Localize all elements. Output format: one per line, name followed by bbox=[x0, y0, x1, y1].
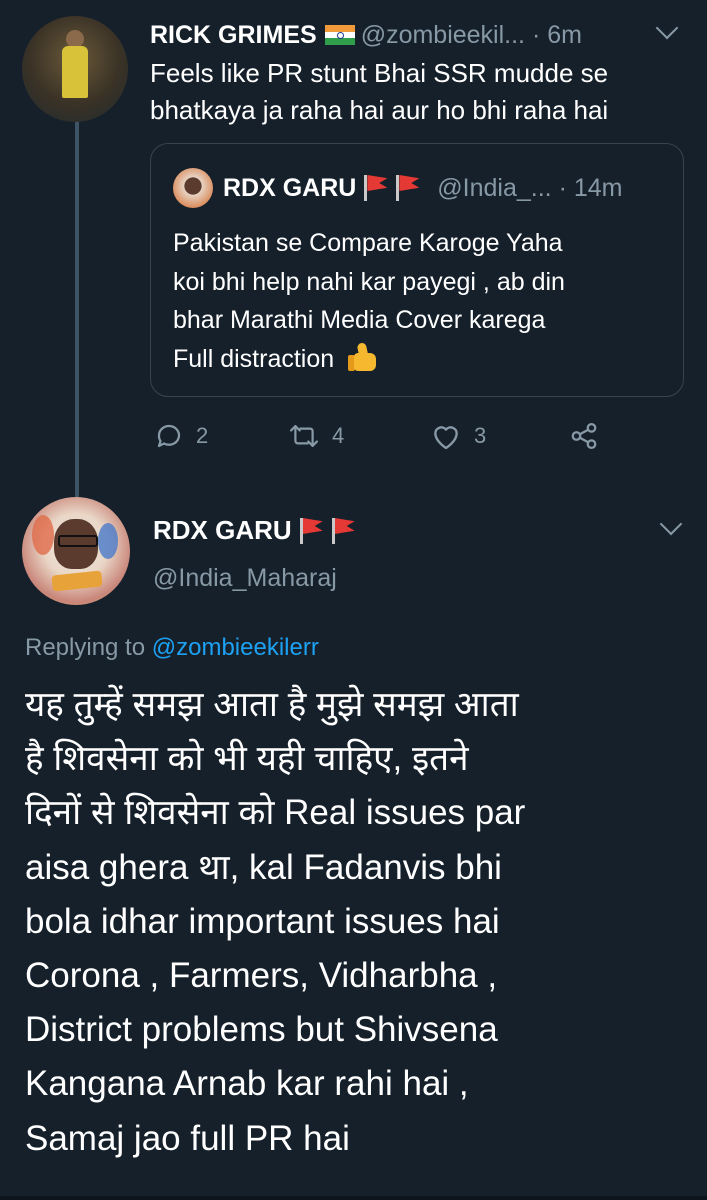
retweet-icon bbox=[289, 425, 319, 447]
like-count: 3 bbox=[474, 423, 487, 448]
handle[interactable]: @zombieekil... bbox=[361, 21, 525, 49]
parent-tweet-header: RICK GRIMES @zombieekil... · 6m bbox=[150, 18, 700, 52]
main-tweet-text: यह तुम्हें समझ आता है मुझे समझ आता है शि… bbox=[25, 678, 695, 1166]
tweet-text-line: Pakistan se Compare Karoge Yaha bbox=[173, 229, 563, 257]
display-name[interactable]: RICK GRIMES bbox=[150, 21, 317, 49]
tweet-text-line: Corona , Farmers, Vidharbha , bbox=[25, 956, 498, 996]
handle: @India_... bbox=[437, 174, 552, 202]
red-flag-icon bbox=[298, 516, 324, 544]
tweet-text-line: Full distraction bbox=[173, 340, 673, 379]
replying-prefix: Replying to bbox=[25, 634, 146, 661]
timestamp[interactable]: · 6m bbox=[532, 21, 582, 49]
reply-icon bbox=[157, 424, 181, 448]
tweet-text-line: koi bhi help nahi kar payegi , ab din bbox=[173, 267, 565, 296]
tweet-text-line: bhar Marathi Media Cover karega bbox=[173, 306, 546, 334]
handle[interactable]: @India_Maharaj bbox=[153, 558, 337, 598]
red-flag-icon bbox=[362, 173, 388, 201]
tweet-text-line: aisa ghera था, kal Fadanvis bhi bbox=[25, 847, 502, 887]
quoted-tweet-text: Pakistan se Compare Karoge Yaha koi bhi … bbox=[173, 224, 673, 378]
tweet-text-line: दिनों से शिवसेना को Real issues par bbox=[25, 793, 526, 833]
tweet-text-line: bhatkaya ja raha hai aur ho bhi raha hai bbox=[150, 95, 609, 125]
avatar[interactable] bbox=[22, 497, 130, 605]
tweet-text-line: यह तुम्हें समझ आता है मुझे समझ आता bbox=[25, 685, 519, 724]
tweet-text-line: District problems but Shivsena bbox=[25, 1010, 498, 1050]
parent-tweet-text: Feels like PR stunt Bhai SSR mudde se bh… bbox=[150, 55, 690, 129]
main-tweet-author: RDX GARU bbox=[153, 510, 356, 550]
heart-icon bbox=[434, 426, 458, 450]
avatar bbox=[173, 168, 213, 208]
tweet-text-line: bola idhar important issues hai bbox=[25, 901, 500, 941]
tweet-text-line: Kangana Arnab kar rahi hai , bbox=[25, 1064, 469, 1104]
retweet-button[interactable]: 4 bbox=[288, 418, 344, 454]
tweet-actions: 2 4 3 bbox=[150, 418, 610, 454]
mention-link[interactable]: @zombieekilerr bbox=[152, 634, 319, 661]
display-name[interactable]: RDX GARU bbox=[153, 515, 292, 545]
tweet-text-line: Feels like PR stunt Bhai SSR mudde se bbox=[150, 58, 609, 88]
replying-to: Replying to @zombieekilerr bbox=[25, 628, 319, 668]
share-icon bbox=[571, 423, 597, 449]
avatar[interactable] bbox=[22, 16, 128, 122]
red-flag-icon bbox=[394, 173, 420, 201]
retweet-count: 4 bbox=[332, 423, 345, 448]
india-flag-icon bbox=[324, 25, 355, 45]
display-name: RDX GARU bbox=[223, 174, 357, 202]
chevron-down-icon[interactable] bbox=[659, 512, 683, 536]
timestamp: · 14m bbox=[558, 174, 623, 202]
red-flag-icon bbox=[330, 516, 356, 544]
tweet-text-line: Samaj jao full PR hai bbox=[25, 1118, 350, 1158]
thumbs-up-icon bbox=[348, 341, 378, 371]
like-button[interactable]: 3 bbox=[430, 418, 486, 454]
quoted-tweet-card[interactable]: RDX GARU @India_... · 14m Pakistan se Co… bbox=[150, 143, 684, 397]
tweet-text-line: है शिवसेना को भी यही चाहिए, इतने bbox=[25, 739, 469, 779]
divider bbox=[0, 1196, 707, 1200]
quoted-tweet-header: RDX GARU @India_... · 14m bbox=[223, 170, 673, 206]
share-button[interactable] bbox=[568, 418, 600, 454]
reply-count: 2 bbox=[196, 423, 209, 448]
thread-connector-line bbox=[75, 120, 79, 505]
reply-button[interactable]: 2 bbox=[154, 418, 208, 454]
